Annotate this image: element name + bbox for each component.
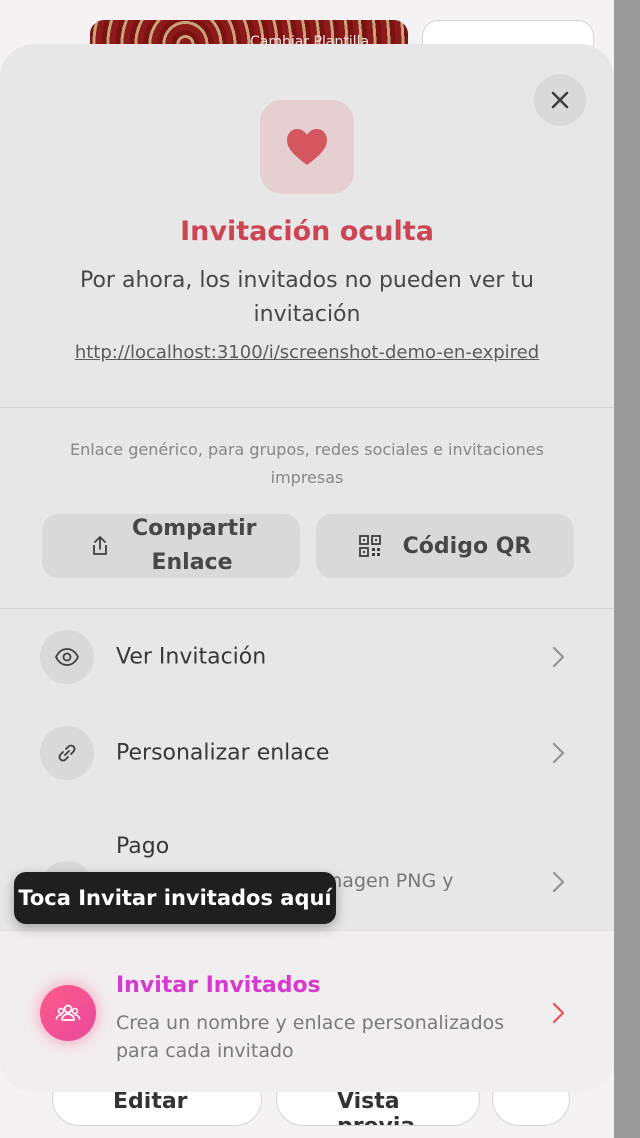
guests-icon bbox=[55, 1004, 81, 1021]
chevron-right-icon bbox=[552, 1002, 565, 1024]
invite-guests-title: Invitar Invitados bbox=[116, 973, 321, 998]
invite-guests-description: Crea un nombre y enlace personalizados p… bbox=[116, 1012, 505, 1062]
backdrop-strip bbox=[614, 0, 640, 1138]
onboarding-tooltip: Toca Invitar invitados aquí bbox=[14, 872, 336, 924]
guests-icon-circle bbox=[40, 985, 96, 1041]
invite-guests-card[interactable]: Invitar Invitados Crea un nombre y enlac… bbox=[0, 930, 614, 1092]
